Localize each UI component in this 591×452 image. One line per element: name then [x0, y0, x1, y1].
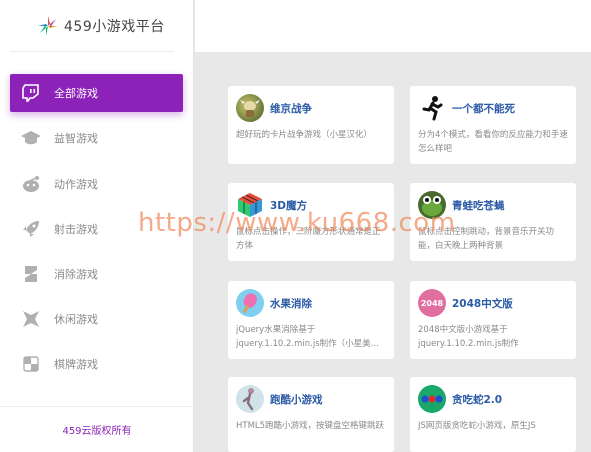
game-title: 跑酷小游戏 [270, 394, 323, 406]
top-bar [195, 0, 591, 52]
runner-icon [418, 94, 446, 122]
sidebar-item-all-games[interactable]: 全部游戏 [10, 74, 183, 112]
game-card-fruit-match[interactable]: 水果消除 jQuery水果消除基于jquery.1.10.2.min.js制作（… [228, 281, 394, 359]
sidebar-footer: 459云版权所有 [0, 406, 194, 452]
game-description: 2048中文版小游戏基于jquery.1.10.2.min.js制作 [418, 325, 519, 349]
game-card-none-can-die[interactable]: 一个都不能死 分为4个模式，看看你的反应能力和手速怎么样吧 [410, 86, 576, 164]
copyright-text: 459云版权所有 [62, 426, 132, 437]
sidebar-item-label: 休闲游戏 [54, 313, 98, 326]
game-description: JS网页版贪吃蛇小游戏，原生JS [418, 421, 536, 431]
sidebar-item-label: 消除游戏 [54, 268, 98, 281]
sidebar-item-label: 动作游戏 [54, 178, 98, 191]
game-title: 一个都不能死 [452, 103, 515, 115]
sidebar-item-label: 全部游戏 [54, 87, 98, 100]
frog-icon [418, 191, 446, 219]
rubiks-cube-icon [236, 191, 264, 219]
parkour-icon [236, 385, 264, 413]
game-card-parkour[interactable]: 跑酷小游戏 HTML5跑酷小游戏，按键盘空格键跳跃 [228, 377, 394, 452]
game-description: 鼠标点击控制跳动，背景音乐开关功能，白天晚上两种背景 [418, 227, 555, 251]
game-description: 超好玩的卡片战争游戏（小星汉化） [236, 130, 373, 140]
brand[interactable]: 459小游戏平台 [10, 0, 174, 52]
sidebar: 459小游戏平台 全部游戏 益智游戏 动作游戏 射击游戏 消除游戏 休闲游戏 棋… [0, 0, 194, 452]
tile-2048-label: 2048 [420, 298, 444, 308]
graduation-cap-icon [20, 127, 42, 149]
game-card-frog-fly[interactable]: 青蛙吃苍蝇 鼠标点击控制跳动，背景音乐开关功能，白天晚上两种背景 [410, 183, 576, 261]
game-description: 分为4个模式，看看你的反应能力和手速怎么样吧 [418, 130, 568, 154]
game-title: 贪吃蛇2.0 [452, 394, 503, 406]
leaf-icon [20, 308, 42, 330]
game-card-2048[interactable]: 2048 2048中文版 2048中文版小游戏基于jquery.1.10.2.m… [410, 281, 576, 359]
game-card-snake[interactable]: 贪吃蛇2.0 JS网页版贪吃蛇小游戏，原生JS [410, 377, 576, 452]
sidebar-item-shooting[interactable]: 射击游戏 [10, 210, 183, 248]
sidebar-item-casual[interactable]: 休闲游戏 [10, 300, 183, 338]
viking-thumb-icon [236, 94, 264, 122]
sidebar-item-puzzle[interactable]: 益智游戏 [10, 119, 183, 157]
main-content: 维京战争 超好玩的卡片战争游戏（小星汉化） 一个都不能死 分为4个模式，看看你的… [195, 0, 591, 452]
checker-icon [20, 353, 42, 375]
reddit-icon [20, 173, 42, 195]
sidebar-item-label: 射击游戏 [54, 223, 98, 236]
tile-2048-icon: 2048 [418, 289, 446, 317]
squares-icon [20, 263, 42, 285]
game-card-viking-war[interactable]: 维京战争 超好玩的卡片战争游戏（小星汉化） [228, 86, 394, 164]
rocket-icon [20, 218, 42, 240]
game-description: 鼠标点击操作，三阶魔方形状通常是正方体 [236, 227, 381, 251]
popsicle-icon [236, 289, 264, 317]
game-title: 水果消除 [270, 298, 312, 310]
twitch-icon [20, 82, 42, 104]
game-description: HTML5跑酷小游戏，按键盘空格键跳跃 [236, 421, 385, 431]
game-description: jQuery水果消除基于jquery.1.10.2.min.js制作（小星美..… [236, 325, 379, 349]
sidebar-item-board[interactable]: 棋牌游戏 [10, 345, 183, 383]
snake-icon [418, 385, 446, 413]
game-title: 3D魔方 [270, 200, 308, 212]
game-card-3d-cube[interactable]: 3D魔方 鼠标点击操作，三阶魔方形状通常是正方体 [228, 183, 394, 261]
sidebar-item-label: 棋牌游戏 [54, 358, 98, 371]
sidebar-item-match[interactable]: 消除游戏 [10, 255, 183, 293]
sidebar-item-label: 益智游戏 [54, 132, 98, 145]
game-title: 维京战争 [270, 103, 312, 115]
sidebar-item-action[interactable]: 动作游戏 [10, 165, 183, 203]
brand-title: 459小游戏平台 [64, 18, 165, 35]
game-title: 2048中文版 [452, 298, 513, 310]
star-logo-icon [38, 15, 58, 36]
game-title: 青蛙吃苍蝇 [452, 200, 505, 212]
